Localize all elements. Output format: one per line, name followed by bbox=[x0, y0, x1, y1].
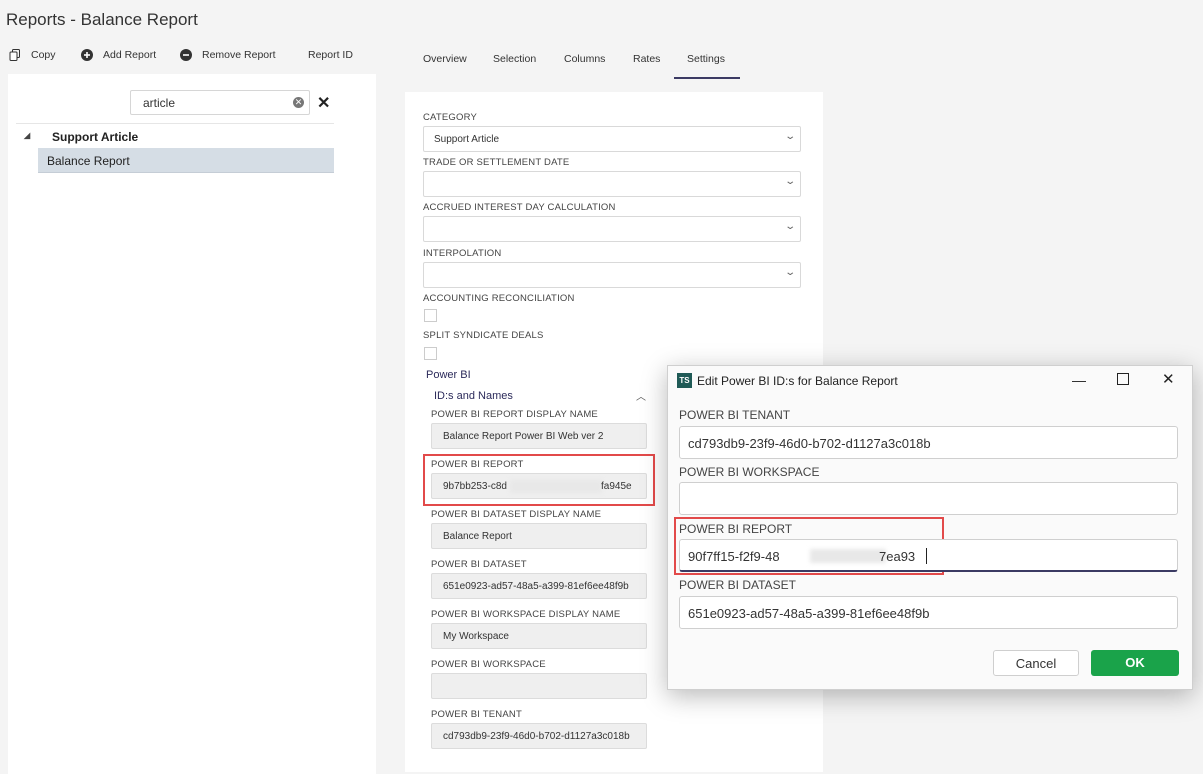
report-tree-panel bbox=[8, 74, 376, 774]
dialog-report-value-end: 7ea93 bbox=[879, 549, 916, 564]
powerbi-section-header: Power BI bbox=[426, 369, 471, 381]
dialog-dataset-label: POWER BI DATASET bbox=[679, 578, 796, 592]
report-display-name-label: POWER BI REPORT DISPLAY NAME bbox=[431, 409, 598, 420]
powerbi-report-label: POWER BI REPORT bbox=[431, 459, 524, 470]
remove-report-button[interactable]: Remove Report bbox=[180, 49, 276, 61]
workspace-display-name-label: POWER BI WORKSPACE DISPLAY NAME bbox=[431, 609, 621, 620]
tree-group-support-article[interactable]: ◢ Support Article bbox=[16, 123, 334, 149]
dialog-dataset-input[interactable]: 651e0923-ad57-48a5-a399-81ef6ee48f9b bbox=[679, 596, 1178, 629]
accrued-interest-select[interactable]: ⌄ bbox=[423, 216, 801, 242]
powerbi-report-value-end: fa945e bbox=[601, 481, 632, 492]
maximize-icon[interactable] bbox=[1117, 373, 1129, 385]
tab-overview[interactable]: Overview bbox=[423, 53, 467, 65]
tree-group-label: Support Article bbox=[52, 130, 139, 144]
dialog-title: Edit Power BI ID:s for Balance Report bbox=[697, 374, 898, 388]
tab-settings[interactable]: Settings bbox=[687, 53, 725, 65]
dialog-dataset-value: 651e0923-ad57-48a5-a399-81ef6ee48f9b bbox=[688, 606, 930, 621]
cancel-button[interactable]: Cancel bbox=[993, 650, 1079, 676]
tab-columns[interactable]: Columns bbox=[564, 53, 605, 65]
tab-selection[interactable]: Selection bbox=[493, 53, 536, 65]
dialog-report-input[interactable]: 90f7ff15-f2f9-48 7ea93 bbox=[679, 539, 1178, 572]
active-tab-indicator bbox=[674, 77, 740, 79]
copy-icon bbox=[9, 49, 21, 61]
workspace-display-name-field[interactable]: My Workspace bbox=[431, 623, 647, 649]
add-report-label: Add Report bbox=[103, 49, 157, 61]
chevron-down-icon: ⌄ bbox=[783, 131, 796, 142]
minimize-icon[interactable]: — bbox=[1072, 372, 1086, 388]
category-select[interactable]: Support Article ⌄ bbox=[423, 126, 801, 152]
interpolation-label: INTERPOLATION bbox=[423, 248, 502, 259]
powerbi-dataset-value: 651e0923-ad57-48a5-a399-81ef6ee48f9b bbox=[443, 581, 629, 592]
dialog-workspace-label: POWER BI WORKSPACE bbox=[679, 465, 820, 479]
powerbi-workspace-field[interactable] bbox=[431, 673, 647, 699]
powerbi-tenant-label: POWER BI TENANT bbox=[431, 709, 522, 720]
search-input[interactable] bbox=[141, 95, 285, 111]
redacted-blur bbox=[810, 549, 886, 563]
redacted-blur bbox=[510, 480, 602, 493]
ids-names-header[interactable]: ID:s and Names bbox=[434, 390, 513, 402]
clear-search-icon[interactable]: ✕ bbox=[293, 97, 304, 108]
dataset-display-name-value: Balance Report bbox=[443, 531, 512, 542]
trade-date-select[interactable]: ⌄ bbox=[423, 171, 801, 197]
report-display-name-field[interactable]: Balance Report Power BI Web ver 2 bbox=[431, 423, 647, 449]
chevron-down-icon: ⌄ bbox=[783, 221, 796, 232]
dialog-tenant-value: cd793db9-23f9-46d0-b702-d1127a3c018b bbox=[688, 436, 931, 451]
split-syndicate-label: SPLIT SYNDICATE DEALS bbox=[423, 330, 544, 341]
dialog-tenant-label: POWER BI TENANT bbox=[679, 408, 791, 422]
close-icon[interactable]: ✕ bbox=[1162, 370, 1175, 388]
category-label: CATEGORY bbox=[423, 112, 478, 123]
copy-label: Copy bbox=[31, 49, 56, 61]
powerbi-dataset-label: POWER BI DATASET bbox=[431, 559, 527, 570]
powerbi-report-value-start: 9b7bb253-c8d bbox=[443, 481, 507, 492]
ok-button[interactable]: OK bbox=[1091, 650, 1179, 676]
edit-powerbi-dialog: TS Edit Power BI ID:s for Balance Report… bbox=[667, 365, 1193, 690]
add-circle-icon bbox=[81, 49, 93, 61]
accounting-reconciliation-checkbox[interactable] bbox=[424, 309, 437, 322]
tree-item-balance-report[interactable]: Balance Report bbox=[16, 148, 334, 173]
remove-circle-icon bbox=[180, 49, 192, 61]
text-cursor bbox=[926, 548, 927, 564]
app-logo-icon: TS bbox=[677, 373, 692, 388]
tree-item-label: Balance Report bbox=[47, 154, 130, 168]
remove-report-label: Remove Report bbox=[202, 49, 276, 61]
workspace-display-name-value: My Workspace bbox=[443, 631, 509, 642]
powerbi-report-field[interactable]: 9b7bb253-c8d fa945e bbox=[431, 473, 647, 499]
powerbi-dataset-field[interactable]: 651e0923-ad57-48a5-a399-81ef6ee48f9b bbox=[431, 573, 647, 599]
report-id-button[interactable]: Report ID bbox=[308, 49, 353, 61]
chevron-down-icon: ⌄ bbox=[783, 176, 796, 187]
tab-rates[interactable]: Rates bbox=[633, 53, 660, 65]
dataset-display-name-label: POWER BI DATASET DISPLAY NAME bbox=[431, 509, 602, 520]
dialog-report-value-start: 90f7ff15-f2f9-48 bbox=[688, 549, 780, 564]
trade-date-label: TRADE OR SETTLEMENT DATE bbox=[423, 157, 570, 168]
powerbi-tenant-value: cd793db9-23f9-46d0-b702-d1127a3c018b bbox=[443, 731, 630, 742]
category-value: Support Article bbox=[434, 134, 500, 145]
split-syndicate-checkbox[interactable] bbox=[424, 347, 437, 360]
dataset-display-name-field[interactable]: Balance Report bbox=[431, 523, 647, 549]
chevron-up-icon[interactable]: ︿ bbox=[636, 388, 646, 403]
collapse-triangle-icon[interactable]: ◢ bbox=[24, 131, 30, 140]
report-id-label: Report ID bbox=[308, 49, 353, 61]
copy-button[interactable]: Copy bbox=[9, 49, 56, 61]
powerbi-workspace-label: POWER BI WORKSPACE bbox=[431, 659, 546, 670]
report-display-name-value: Balance Report Power BI Web ver 2 bbox=[443, 431, 604, 442]
powerbi-tenant-field[interactable]: cd793db9-23f9-46d0-b702-d1127a3c018b bbox=[431, 723, 647, 749]
page-title: Reports - Balance Report bbox=[6, 10, 198, 29]
accrued-interest-label: ACCRUED INTEREST DAY CALCULATION bbox=[423, 202, 616, 213]
chevron-down-icon: ⌄ bbox=[783, 267, 796, 278]
interpolation-select[interactable]: ⌄ bbox=[423, 262, 801, 288]
add-report-button[interactable]: Add Report bbox=[81, 49, 156, 61]
close-search-icon[interactable]: ✕ bbox=[317, 93, 330, 113]
dialog-workspace-input[interactable] bbox=[679, 482, 1178, 515]
dialog-tenant-input[interactable]: cd793db9-23f9-46d0-b702-d1127a3c018b bbox=[679, 426, 1178, 459]
accounting-reconciliation-label: ACCOUNTING RECONCILIATION bbox=[423, 293, 575, 304]
dialog-report-label: POWER BI REPORT bbox=[679, 522, 793, 536]
search-box: ✕ bbox=[130, 90, 310, 115]
